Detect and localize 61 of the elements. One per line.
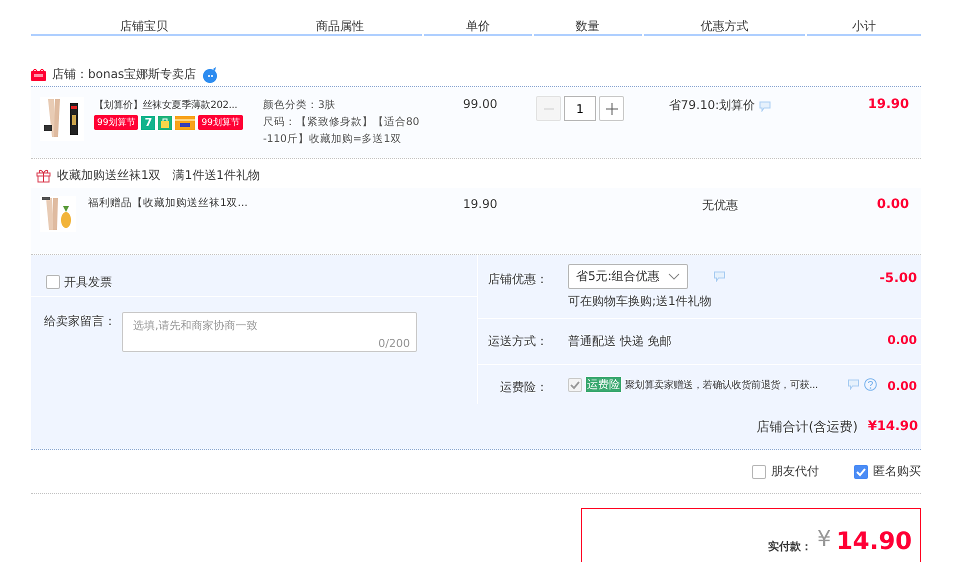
plus-icon <box>606 102 618 114</box>
store-total-label: 店铺合计(含运费) <box>756 418 858 436</box>
chevron-icon <box>668 273 680 280</box>
subtotal: 19.90 <box>868 97 909 112</box>
unit-price: 19.90 <box>463 197 498 211</box>
discount-dropdown[interactable]: 省5元:组合优惠 <box>568 264 688 289</box>
subtotal: 0.00 <box>876 197 909 212</box>
promo-tag: 99划算节 <box>94 115 138 130</box>
store-name[interactable]: 店铺：bonas宝娜斯专卖店 <box>52 66 196 83</box>
amount: 0.00 <box>887 332 918 349</box>
gift-promo-text: 收藏加购送丝袜1双 <box>57 167 161 184</box>
gift-promo-text: 满1件送1件礼物 <box>172 167 260 184</box>
message-label: 给卖家留言： <box>44 313 116 330</box>
gift-icon <box>36 168 51 182</box>
comment-icon[interactable] <box>712 271 726 282</box>
card-icon <box>175 116 196 130</box>
field-label: 店铺优惠： <box>487 271 548 288</box>
insurance-tag: 运费险 <box>586 377 621 392</box>
comment-icon[interactable] <box>759 101 772 112</box>
insurance-text: 聚划算卖家赠送，若确认收货前退货，可获... <box>625 378 818 392</box>
bag-icon <box>158 116 172 130</box>
checkbox[interactable] <box>46 275 60 289</box>
option-label: 匿名购买 <box>873 463 921 480</box>
field-label: 运费险： <box>499 379 548 396</box>
product-attribute: 颜色分类：3肤 <box>263 98 337 113</box>
invoice-label: 开具发票 <box>64 274 112 290</box>
discount-note: 可在购物车换购;送1件礼物 <box>568 293 713 310</box>
comment-icon[interactable] <box>847 379 860 390</box>
amount: 0.00 <box>887 378 918 395</box>
checkbox[interactable] <box>752 464 766 478</box>
store-badge-icon <box>31 68 46 80</box>
shipping-method: 普通配送 快递 免邮 <box>568 333 673 350</box>
plus-button[interactable] <box>599 96 624 121</box>
amount: -5.00 <box>880 270 918 288</box>
option-label: 朋友代付 <box>771 463 819 480</box>
column-header: 数量 <box>576 19 600 33</box>
field-label: 运送方式： <box>487 333 548 350</box>
chat-icon[interactable] <box>202 66 218 82</box>
quantity-field[interactable]: 1 <box>564 96 596 121</box>
column-header: 优惠方式 <box>700 19 748 33</box>
discount-text: 省79.10:划算价 <box>668 97 756 114</box>
discount-text: 无优惠 <box>702 197 738 214</box>
column-header: 单价 <box>466 19 490 33</box>
checkbox[interactable] <box>854 464 868 478</box>
column-header: 商品属性 <box>316 19 364 33</box>
character-counter: 0/200 <box>378 337 410 350</box>
return-tag: 7 <box>141 116 156 130</box>
payment-label: 实付款： <box>768 539 812 554</box>
promo-tag: 99划算节 <box>198 115 243 130</box>
store-total-amount: ¥14.90 <box>868 419 918 434</box>
minus-button[interactable] <box>536 96 561 121</box>
column-header: 小计 <box>852 19 876 33</box>
help-icon[interactable] <box>864 378 878 391</box>
currency-symbol: ¥ <box>817 527 832 552</box>
payment-amount: 14.90 <box>836 527 912 555</box>
gift-title[interactable]: 福利赠品【收藏加购送丝袜1双... <box>88 196 248 254</box>
checkbox[interactable] <box>568 378 582 392</box>
product-title[interactable]: 【划算价】丝袜女夏季薄款202... <box>94 98 243 112</box>
column-header: 店铺宝贝 <box>120 19 168 33</box>
unit-price: 99.00 <box>463 97 498 111</box>
product-attribute: 尺码：【紧致修身款】【适合80-110斤】收藏加购=多送1双 <box>263 115 420 147</box>
